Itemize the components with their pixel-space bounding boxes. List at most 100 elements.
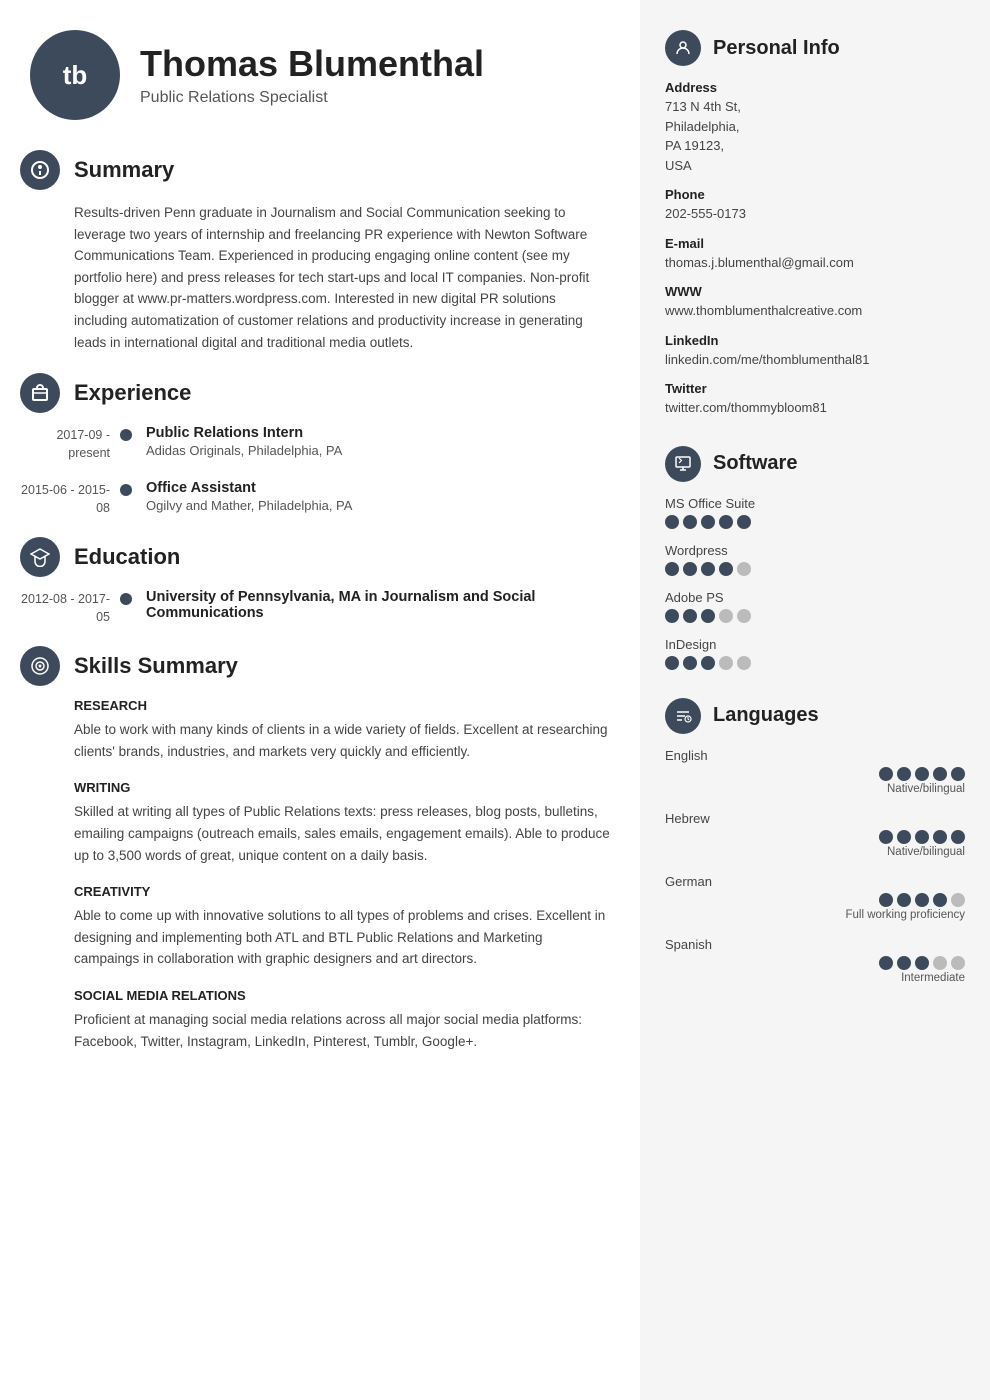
experience-header: Experience: [20, 373, 610, 413]
software-dot-3-0: [665, 656, 679, 670]
summary-icon: [20, 150, 60, 190]
header-text: Thomas Blumenthal Public Relations Speci…: [140, 43, 484, 107]
skill-cat-research: RESEARCH: [74, 698, 610, 713]
software-dot-1-3: [719, 562, 733, 576]
skill-desc-creativity: Able to come up with innovative solution…: [74, 905, 610, 970]
twitter-label: Twitter: [665, 381, 965, 396]
www-label: WWW: [665, 284, 965, 299]
software-dot-2-0: [665, 609, 679, 623]
language-list: EnglishNative/bilingualHebrewNative/bili…: [665, 748, 965, 984]
languages-section: Languages EnglishNative/bilingualHebrewN…: [665, 698, 965, 984]
language-dots-1: [665, 830, 965, 844]
education-section: Education 2012-08 - 2017-05 University o…: [20, 537, 610, 626]
language-name-1: Hebrew: [665, 811, 965, 826]
language-item-3: SpanishIntermediate: [665, 937, 965, 984]
software-dot-3-4: [737, 656, 751, 670]
skill-desc-research: Able to work with many kinds of clients …: [74, 719, 610, 762]
language-dot-0-2: [915, 767, 929, 781]
language-item-1: HebrewNative/bilingual: [665, 811, 965, 858]
language-dots-3: [665, 956, 965, 970]
software-name-0: MS Office Suite: [665, 496, 965, 511]
language-dot-3-4: [951, 956, 965, 970]
software-item-2: Adobe PS: [665, 590, 965, 623]
summary-text: Results-driven Penn graduate in Journali…: [74, 202, 610, 353]
language-dot-1-4: [951, 830, 965, 844]
exp-company-2: Ogilvy and Mather, Philadelphia, PA: [146, 498, 610, 513]
candidate-name: Thomas Blumenthal: [140, 43, 484, 85]
education-header: Education: [20, 537, 610, 577]
software-name-2: Adobe PS: [665, 590, 965, 605]
software-dot-0-4: [737, 515, 751, 529]
exp-title-1: Public Relations Intern: [146, 425, 610, 441]
skill-desc-social: Proficient at managing social media rela…: [74, 1009, 610, 1052]
summary-title: Summary: [74, 157, 174, 183]
experience-section: Experience 2017-09 - present Public Rela…: [20, 373, 610, 517]
software-dot-3-3: [719, 656, 733, 670]
language-dots-0: [665, 767, 965, 781]
linkedin-value: linkedin.com/me/thomblumenthal81: [665, 350, 965, 370]
personal-info-section: Personal Info Address 713 N 4th St,Phila…: [665, 30, 965, 418]
software-dot-0-3: [719, 515, 733, 529]
software-dot-3-1: [683, 656, 697, 670]
software-dot-1-4: [737, 562, 751, 576]
exp-title-2: Office Assistant: [146, 480, 610, 496]
skill-cat-social: SOCIAL MEDIA RELATIONS: [74, 988, 610, 1003]
software-icon: [665, 446, 701, 482]
language-dot-2-3: [933, 893, 947, 907]
software-dot-0-2: [701, 515, 715, 529]
software-dots-1: [665, 562, 965, 576]
software-section: Software MS Office Suite Wordpress Adobe P…: [665, 446, 965, 670]
summary-section: Summary Results-driven Penn graduate in …: [20, 150, 610, 353]
exp-date-1: 2017-09 - present: [20, 425, 120, 462]
edu-title-1: University of Pennsylvania, MA in Journa…: [146, 589, 610, 621]
language-dot-1-2: [915, 830, 929, 844]
exp-company-1: Adidas Originals, Philadelphia, PA: [146, 443, 610, 458]
software-name-1: Wordpress: [665, 543, 965, 558]
skill-research: RESEARCH Able to work with many kinds of…: [20, 698, 610, 762]
language-dot-3-2: [915, 956, 929, 970]
language-item-2: GermanFull working proficiency: [665, 874, 965, 921]
skill-creativity: CREATIVITY Able to come up with innovati…: [20, 884, 610, 970]
address-value: 713 N 4th St,Philadelphia,PA 19123,USA: [665, 97, 965, 175]
languages-header: Languages: [665, 698, 965, 734]
software-dots-0: [665, 515, 965, 529]
skill-writing: WRITING Skilled at writing all types of …: [20, 780, 610, 866]
candidate-title: Public Relations Specialist: [140, 89, 484, 107]
exp-dot-2: [120, 484, 132, 496]
resume-header: tb Thomas Blumenthal Public Relations Sp…: [20, 30, 610, 120]
software-dot-2-1: [683, 609, 697, 623]
language-dots-2: [665, 893, 965, 907]
software-dot-2-3: [719, 609, 733, 623]
twitter-value: twitter.com/thommybloom81: [665, 398, 965, 418]
skills-section: Skills Summary RESEARCH Able to work wit…: [20, 646, 610, 1052]
language-dot-1-3: [933, 830, 947, 844]
www-group: WWW www.thomblumenthalcreative.com: [665, 284, 965, 321]
www-value: www.thomblumenthalcreative.com: [665, 301, 965, 321]
exp-details-1: Public Relations Intern Adidas Originals…: [146, 425, 610, 462]
avatar: tb: [30, 30, 120, 120]
experience-icon: [20, 373, 60, 413]
software-list: MS Office Suite Wordpress Adobe PS InDesign: [665, 496, 965, 670]
language-dot-3-0: [879, 956, 893, 970]
email-label: E-mail: [665, 236, 965, 251]
right-column: Personal Info Address 713 N 4th St,Phila…: [640, 0, 990, 1400]
email-group: E-mail thomas.j.blumenthal@gmail.com: [665, 236, 965, 273]
skill-social: SOCIAL MEDIA RELATIONS Proficient at man…: [20, 988, 610, 1052]
exp-dot-1: [120, 429, 132, 441]
edu-date-1: 2012-08 - 2017-05: [20, 589, 120, 626]
address-group: Address 713 N 4th St,Philadelphia,PA 191…: [665, 80, 965, 175]
software-item-0: MS Office Suite: [665, 496, 965, 529]
personal-info-icon: [665, 30, 701, 66]
software-header: Software: [665, 446, 965, 482]
twitter-group: Twitter twitter.com/thommybloom81: [665, 381, 965, 418]
language-dot-3-1: [897, 956, 911, 970]
language-dot-0-1: [897, 767, 911, 781]
software-item-3: InDesign: [665, 637, 965, 670]
phone-label: Phone: [665, 187, 965, 202]
languages-title: Languages: [713, 704, 819, 727]
education-title: Education: [74, 544, 180, 570]
software-dots-3: [665, 656, 965, 670]
software-name-3: InDesign: [665, 637, 965, 652]
language-dot-0-3: [933, 767, 947, 781]
software-dot-0-1: [683, 515, 697, 529]
